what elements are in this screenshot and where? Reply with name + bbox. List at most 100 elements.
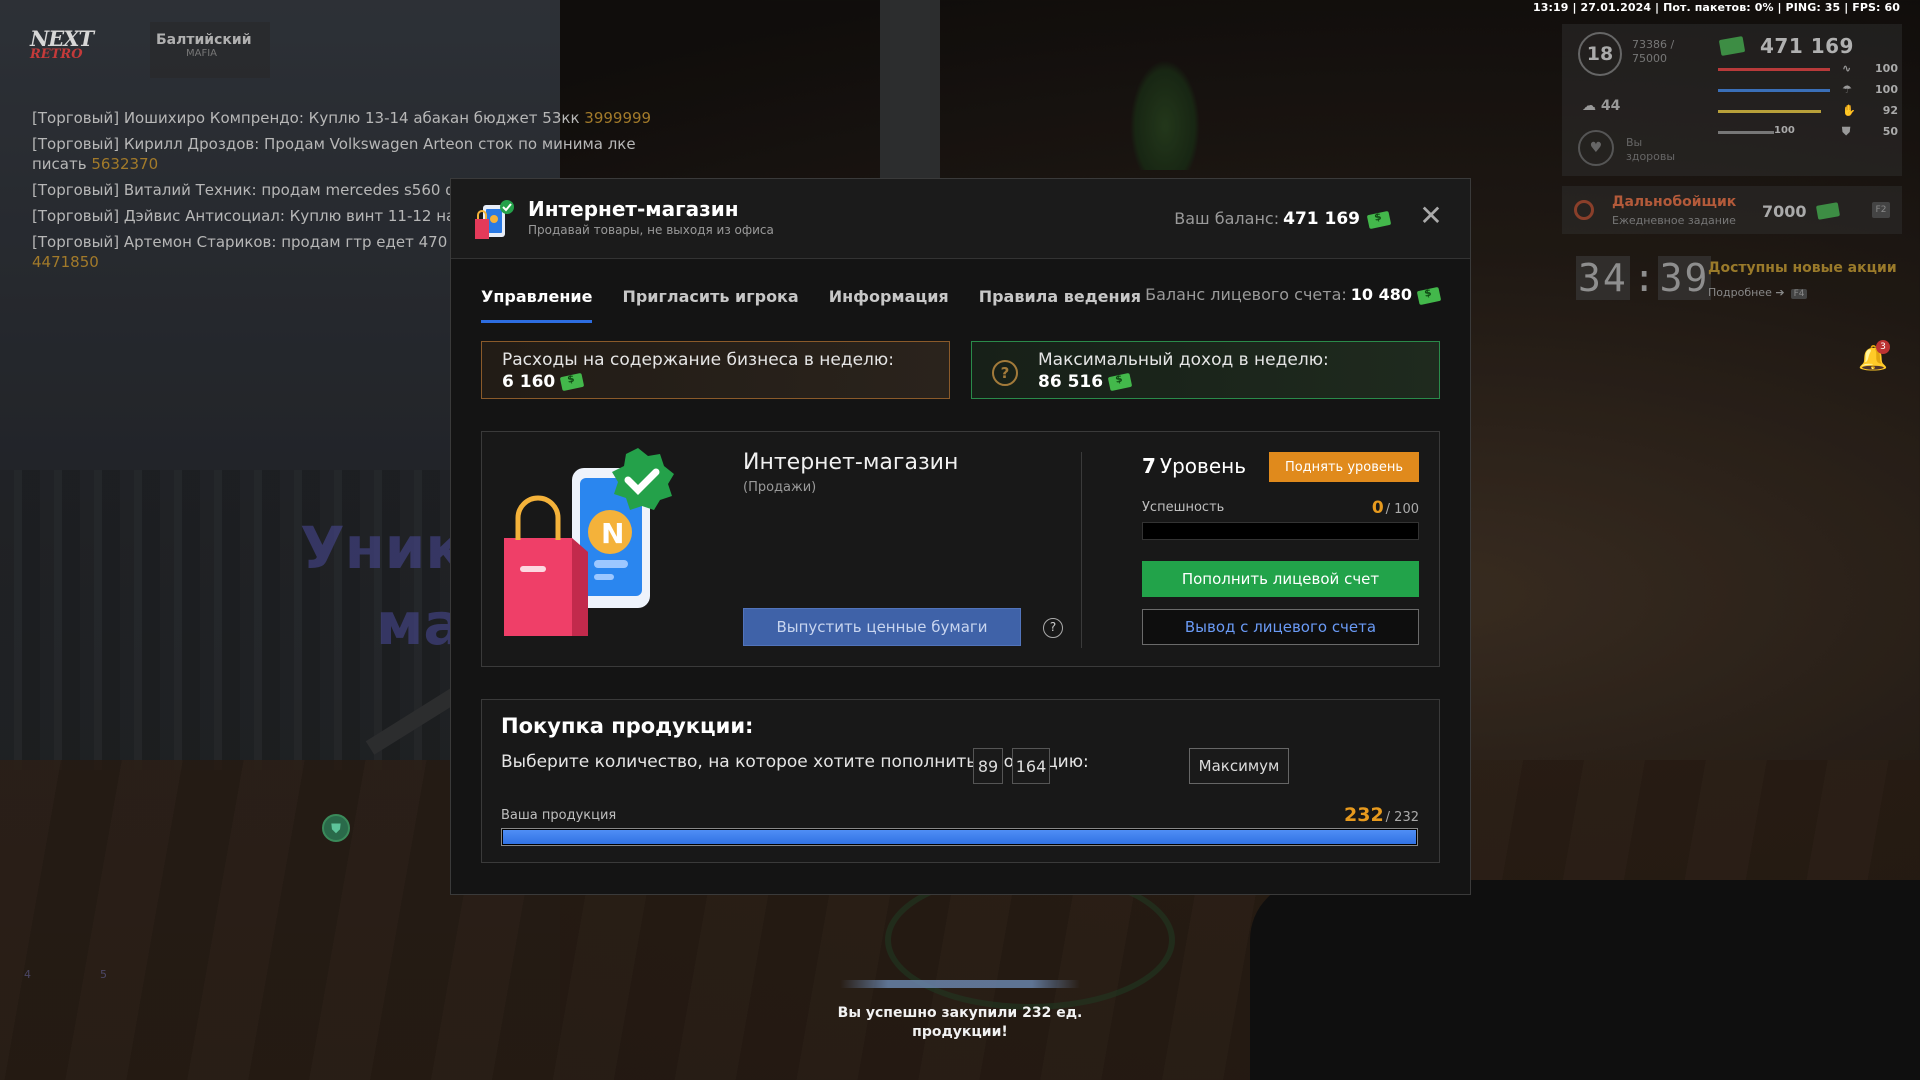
- health-label-1: Вы: [1626, 136, 1643, 149]
- tab-management[interactable]: Управление: [481, 287, 593, 323]
- stat-value: 100: [1875, 83, 1898, 96]
- chat-message-text: [Торговый] Дэйвис Антисоциал: Куплю винт…: [32, 207, 456, 225]
- max-quantity-button[interactable]: Максимум: [1189, 748, 1289, 784]
- chat-message: [Торговый] Иошихиро Компрендо: Куплю 13-…: [32, 108, 652, 128]
- server-name: Балтийский: [156, 32, 252, 48]
- weekly-income-card: ? Максимальный доход в неделю: 86 516: [971, 341, 1440, 399]
- product-max: / 232: [1385, 810, 1419, 825]
- job-amount: 7000: [1762, 202, 1807, 221]
- expenses-value: 6 160: [502, 372, 556, 392]
- account-balance-value: 10 480: [1350, 285, 1412, 304]
- money-icon: [1416, 286, 1442, 305]
- level-up-button[interactable]: Поднять уровень: [1269, 452, 1419, 482]
- inventory-slot[interactable]: 2: [80, 994, 140, 1048]
- stat-row: ☂ 100: [1718, 83, 1898, 97]
- background-sign: Уник ма: [300, 510, 465, 662]
- notification-badge: 3: [1876, 340, 1890, 354]
- quick-inventory: 4 5 1 2 3: [20, 924, 220, 1064]
- shield-icon: ⛊: [1842, 125, 1851, 138]
- question-icon[interactable]: ?: [992, 360, 1018, 386]
- issue-securities-button[interactable]: Выпустить ценные бумаги: [743, 608, 1021, 646]
- money-icon: [1107, 372, 1133, 392]
- server-badge: Балтийский MAFIA: [150, 22, 270, 78]
- toast-accent-bar: [840, 980, 1080, 988]
- job-hotkey: F2: [1872, 202, 1890, 218]
- level-number: 7: [1142, 454, 1156, 478]
- stat-bar: [1718, 89, 1830, 92]
- question-icon[interactable]: ?: [1043, 618, 1063, 638]
- modal-header: Интернет-магазин Продавай товары, не вых…: [451, 179, 1470, 259]
- income-label: Максимальный доход в неделю:: [1038, 350, 1329, 370]
- timer-seconds: 39: [1657, 256, 1712, 300]
- income-value: 86 516: [1038, 372, 1104, 392]
- money-icon: [1366, 210, 1392, 230]
- quantity-input-1[interactable]: [973, 748, 1003, 784]
- exp-max: 75000: [1632, 52, 1667, 65]
- stat-row: ✋ 92: [1718, 104, 1898, 118]
- chat-message-number: 5632370: [91, 155, 159, 173]
- arrow-right-icon: ➔: [1775, 286, 1785, 299]
- balance-value: 471 169: [1283, 209, 1360, 229]
- quantity-input-2[interactable]: [1012, 748, 1050, 784]
- stat-bar: [1718, 110, 1821, 113]
- stat-row: ∿ 100: [1718, 62, 1898, 76]
- product-progress-bar: [501, 828, 1418, 846]
- inventory-slot[interactable]: 5: [80, 924, 140, 981]
- close-icon[interactable]: ✕: [1418, 202, 1444, 230]
- tab-information[interactable]: Информация: [829, 287, 949, 323]
- inventory-slot[interactable]: 1: [20, 994, 80, 1048]
- business-level: 7 Уровень: [1142, 454, 1246, 478]
- business-modal: Интернет-магазин Продавай товары, не вых…: [450, 178, 1471, 895]
- player-level: 18: [1578, 32, 1622, 76]
- balance-label: Ваш баланс:: [1174, 209, 1280, 228]
- game-logo: NEXT RETRO: [30, 26, 120, 76]
- account-balance: Баланс лицевого счета: 10 480: [1145, 285, 1442, 305]
- tab-invite-player[interactable]: Пригласить игрока: [622, 287, 798, 323]
- chat-message-number: 3999999: [584, 109, 652, 127]
- inventory-slot[interactable]: 4: [20, 924, 80, 981]
- purchase-section: Покупка продукции: Выберите количество, …: [481, 699, 1440, 863]
- business-name: Интернет-магазин: [743, 450, 959, 475]
- modal-title: Интернет-магазин: [528, 197, 739, 221]
- purchase-title: Покупка продукции:: [501, 714, 754, 738]
- level-word: Уровень: [1159, 454, 1246, 478]
- success-progress-bar: [1142, 522, 1419, 540]
- stat-bar: [1718, 131, 1774, 134]
- stat-row: 100 ⛊ 50: [1718, 125, 1898, 139]
- chat-message-number: 4471850: [32, 253, 99, 271]
- top-up-account-button[interactable]: Пополнить лицевой счет: [1142, 561, 1419, 597]
- chat-message: [Торговый] Кирилл Дроздов: Продам Volksw…: [32, 134, 652, 174]
- player-exp: 73386 / 75000: [1632, 38, 1674, 66]
- success-value: 0/ 100: [1372, 498, 1419, 518]
- player-money: 471 169: [1760, 34, 1854, 58]
- food-value: 44: [1600, 98, 1621, 114]
- promo-hotkey: F4: [1790, 289, 1808, 299]
- inventory-slot[interactable]: 3: [140, 994, 200, 1048]
- tab-bar: Управление Пригласить игрока Информация Пра…: [481, 287, 1141, 323]
- vertical-divider: [1081, 452, 1082, 648]
- job-subtitle: Ежедневное задание: [1612, 214, 1736, 227]
- withdraw-account-button[interactable]: Вывод с лицевого счета: [1142, 609, 1419, 645]
- money-icon: [1815, 202, 1841, 220]
- online-shop-illustration-icon: N: [504, 448, 674, 636]
- modal-balance: Ваш баланс: 471 169: [1174, 209, 1392, 230]
- food-icon: ☁: [1582, 98, 1601, 114]
- svg-text:N: N: [601, 517, 624, 550]
- shop-logo-icon: [475, 200, 514, 239]
- stat-bar: [1718, 68, 1830, 71]
- promo-link[interactable]: Подробнее ➔ F4: [1708, 286, 1808, 299]
- job-title: Дальнобойщик: [1612, 194, 1737, 210]
- sign-line1: Уник: [300, 514, 465, 582]
- stat-value: 92: [1882, 104, 1898, 117]
- expenses-value-row: 6 160: [502, 372, 949, 392]
- status-line: 13:19 | 27.01.2024 | Пот. пакетов: 0% | …: [1533, 1, 1900, 14]
- product-progress-fill: [503, 830, 1416, 844]
- exp-current: 73386 /: [1632, 38, 1675, 51]
- weekly-expenses-card: Расходы на содержание бизнеса в неделю: …: [481, 341, 950, 399]
- income-value-row: 86 516: [1038, 372, 1439, 392]
- logo-line2: RETRO: [30, 47, 83, 62]
- tab-rules[interactable]: Правила ведения: [979, 287, 1141, 323]
- health-status: Вы здоровы: [1626, 136, 1675, 164]
- daily-job-panel[interactable]: Дальнобойщик Ежедневное задание 7000 F2: [1562, 186, 1902, 234]
- success-label: Успешность: [1142, 500, 1225, 515]
